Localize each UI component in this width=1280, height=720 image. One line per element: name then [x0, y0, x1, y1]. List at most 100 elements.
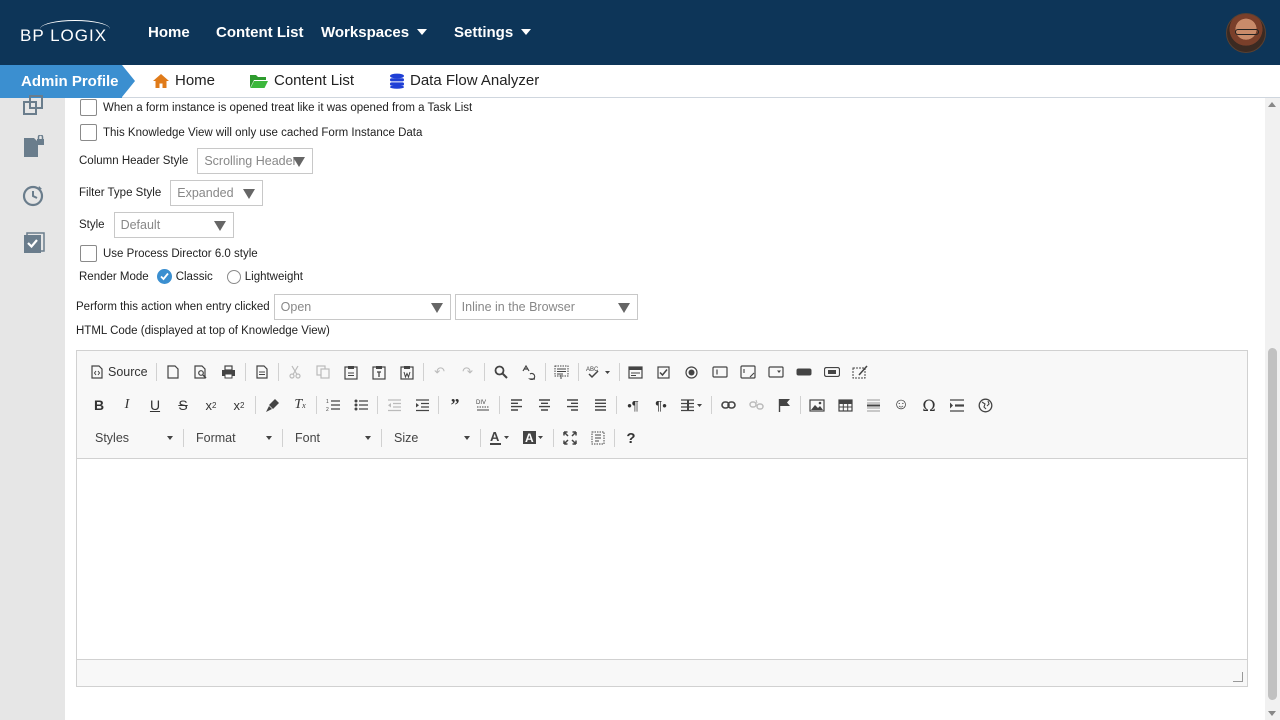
iframe-globe-icon[interactable] — [971, 392, 999, 418]
table-icon[interactable] — [831, 392, 859, 418]
history-icon[interactable] — [21, 184, 45, 208]
format-combo[interactable]: Format — [186, 425, 280, 451]
redo-icon[interactable]: ↷ — [454, 359, 482, 385]
scroll-thumb[interactable] — [1268, 348, 1277, 700]
cut-icon[interactable] — [281, 359, 309, 385]
style-select[interactable]: Default — [113, 212, 234, 238]
anchor-flag-icon[interactable] — [770, 392, 798, 418]
radio-icon[interactable] — [678, 359, 706, 385]
task-list-label: When a form instance is opened treat lik… — [103, 101, 473, 114]
breadcrumb-home[interactable]: Home — [152, 72, 215, 89]
nav-home[interactable]: Home — [148, 24, 190, 41]
underline-icon[interactable]: U — [141, 392, 169, 418]
rtl-icon[interactable]: ¶• — [647, 392, 675, 418]
unlink-icon[interactable] — [742, 392, 770, 418]
nav-workspaces[interactable]: Workspaces — [321, 24, 428, 41]
smiley-icon[interactable]: ☺ — [887, 392, 915, 418]
text-color-icon[interactable]: A — [483, 425, 517, 451]
size-combo[interactable]: Size — [384, 425, 478, 451]
align-left-icon[interactable] — [502, 392, 530, 418]
paste-icon[interactable] — [337, 359, 365, 385]
home-icon — [153, 73, 169, 88]
justify-icon[interactable] — [586, 392, 614, 418]
form-icon[interactable] — [622, 359, 650, 385]
language-icon[interactable] — [675, 392, 709, 418]
paste-word-icon[interactable] — [393, 359, 421, 385]
entry-action-select[interactable]: Open — [273, 294, 451, 320]
select-all-icon[interactable] — [548, 359, 576, 385]
breadcrumb-content-list[interactable]: Content List — [249, 72, 354, 89]
render-classic-radio[interactable] — [156, 269, 172, 284]
column-header-style-select[interactable]: Scrolling Header — [197, 148, 314, 174]
chevron-down-icon — [167, 436, 173, 440]
superscript-icon[interactable]: x2 — [225, 392, 253, 418]
nav-settings[interactable]: Settings — [454, 24, 532, 41]
locked-file-icon[interactable] — [21, 135, 45, 159]
subscript-icon[interactable]: x2 — [197, 392, 225, 418]
outdent-icon[interactable] — [380, 392, 408, 418]
database-icon — [390, 73, 404, 89]
styles-combo[interactable]: Styles — [85, 425, 181, 451]
spellcheck-icon[interactable]: ABC — [581, 359, 617, 385]
pd6-style-checkbox[interactable] — [80, 245, 97, 262]
task-list-checkbox[interactable] — [80, 99, 97, 116]
special-char-icon[interactable]: Ω — [915, 392, 943, 418]
print-icon[interactable] — [215, 359, 243, 385]
hidden-field-icon[interactable] — [846, 359, 874, 385]
checkbox-icon[interactable] — [650, 359, 678, 385]
resize-handle-icon[interactable] — [1233, 672, 1243, 682]
blockquote-icon[interactable]: ” — [441, 392, 469, 418]
copy-icon[interactable] — [309, 359, 337, 385]
source-button[interactable]: Source — [85, 359, 154, 385]
render-lightweight-radio[interactable] — [226, 269, 241, 284]
task-check-icon[interactable] — [21, 231, 45, 255]
font-combo[interactable]: Font — [285, 425, 379, 451]
image-button-icon[interactable] — [818, 359, 846, 385]
textarea-icon[interactable] — [734, 359, 762, 385]
copy-formatting-icon[interactable] — [258, 392, 286, 418]
show-blocks-icon[interactable] — [584, 425, 612, 451]
editor-content-area[interactable] — [77, 459, 1247, 659]
ltr-icon[interactable]: •¶ — [619, 392, 647, 418]
paste-text-icon[interactable] — [365, 359, 393, 385]
breadcrumb-data-flow-analyzer[interactable]: Data Flow Analyzer — [389, 72, 539, 89]
scroll-down-icon[interactable] — [1268, 711, 1276, 716]
align-right-icon[interactable] — [558, 392, 586, 418]
button-field-icon[interactable] — [790, 359, 818, 385]
align-center-icon[interactable] — [530, 392, 558, 418]
background-color-icon[interactable]: A — [517, 425, 551, 451]
italic-icon[interactable]: I — [113, 392, 141, 418]
replace-icon[interactable] — [515, 359, 543, 385]
select-field-icon[interactable] — [762, 359, 790, 385]
horizontal-line-icon[interactable] — [859, 392, 887, 418]
nav-content-list[interactable]: Content List — [216, 24, 304, 41]
div-container-icon[interactable]: DIV — [469, 392, 497, 418]
cached-data-label: This Knowledge View will only use cached… — [103, 126, 423, 139]
page-break-icon[interactable] — [943, 392, 971, 418]
bold-icon[interactable]: B — [85, 392, 113, 418]
preview-icon[interactable] — [187, 359, 215, 385]
undo-icon[interactable]: ↶ — [426, 359, 454, 385]
remove-format-icon[interactable]: Tx — [286, 392, 314, 418]
text-field-icon[interactable] — [706, 359, 734, 385]
bulleted-list-icon[interactable] — [347, 392, 375, 418]
strikethrough-icon[interactable]: S — [169, 392, 197, 418]
filter-type-style-select[interactable]: Expanded — [170, 180, 264, 206]
entry-target-select[interactable]: Inline in the Browser — [454, 294, 638, 320]
indent-icon[interactable] — [408, 392, 436, 418]
copy-icon[interactable] — [21, 94, 45, 118]
cached-data-checkbox[interactable] — [80, 124, 97, 141]
chevron-down-icon — [365, 436, 371, 440]
avatar[interactable] — [1226, 13, 1266, 53]
help-icon[interactable]: ? — [617, 425, 645, 451]
page-scrollbar[interactable] — [1265, 98, 1280, 720]
image-icon[interactable] — [803, 392, 831, 418]
scroll-up-icon[interactable] — [1268, 102, 1276, 107]
find-icon[interactable] — [487, 359, 515, 385]
svg-text:A: A — [490, 430, 500, 444]
templates-icon[interactable] — [248, 359, 276, 385]
numbered-list-icon[interactable]: 12 — [319, 392, 347, 418]
maximize-icon[interactable] — [556, 425, 584, 451]
new-page-icon[interactable] — [159, 359, 187, 385]
link-icon[interactable] — [714, 392, 742, 418]
